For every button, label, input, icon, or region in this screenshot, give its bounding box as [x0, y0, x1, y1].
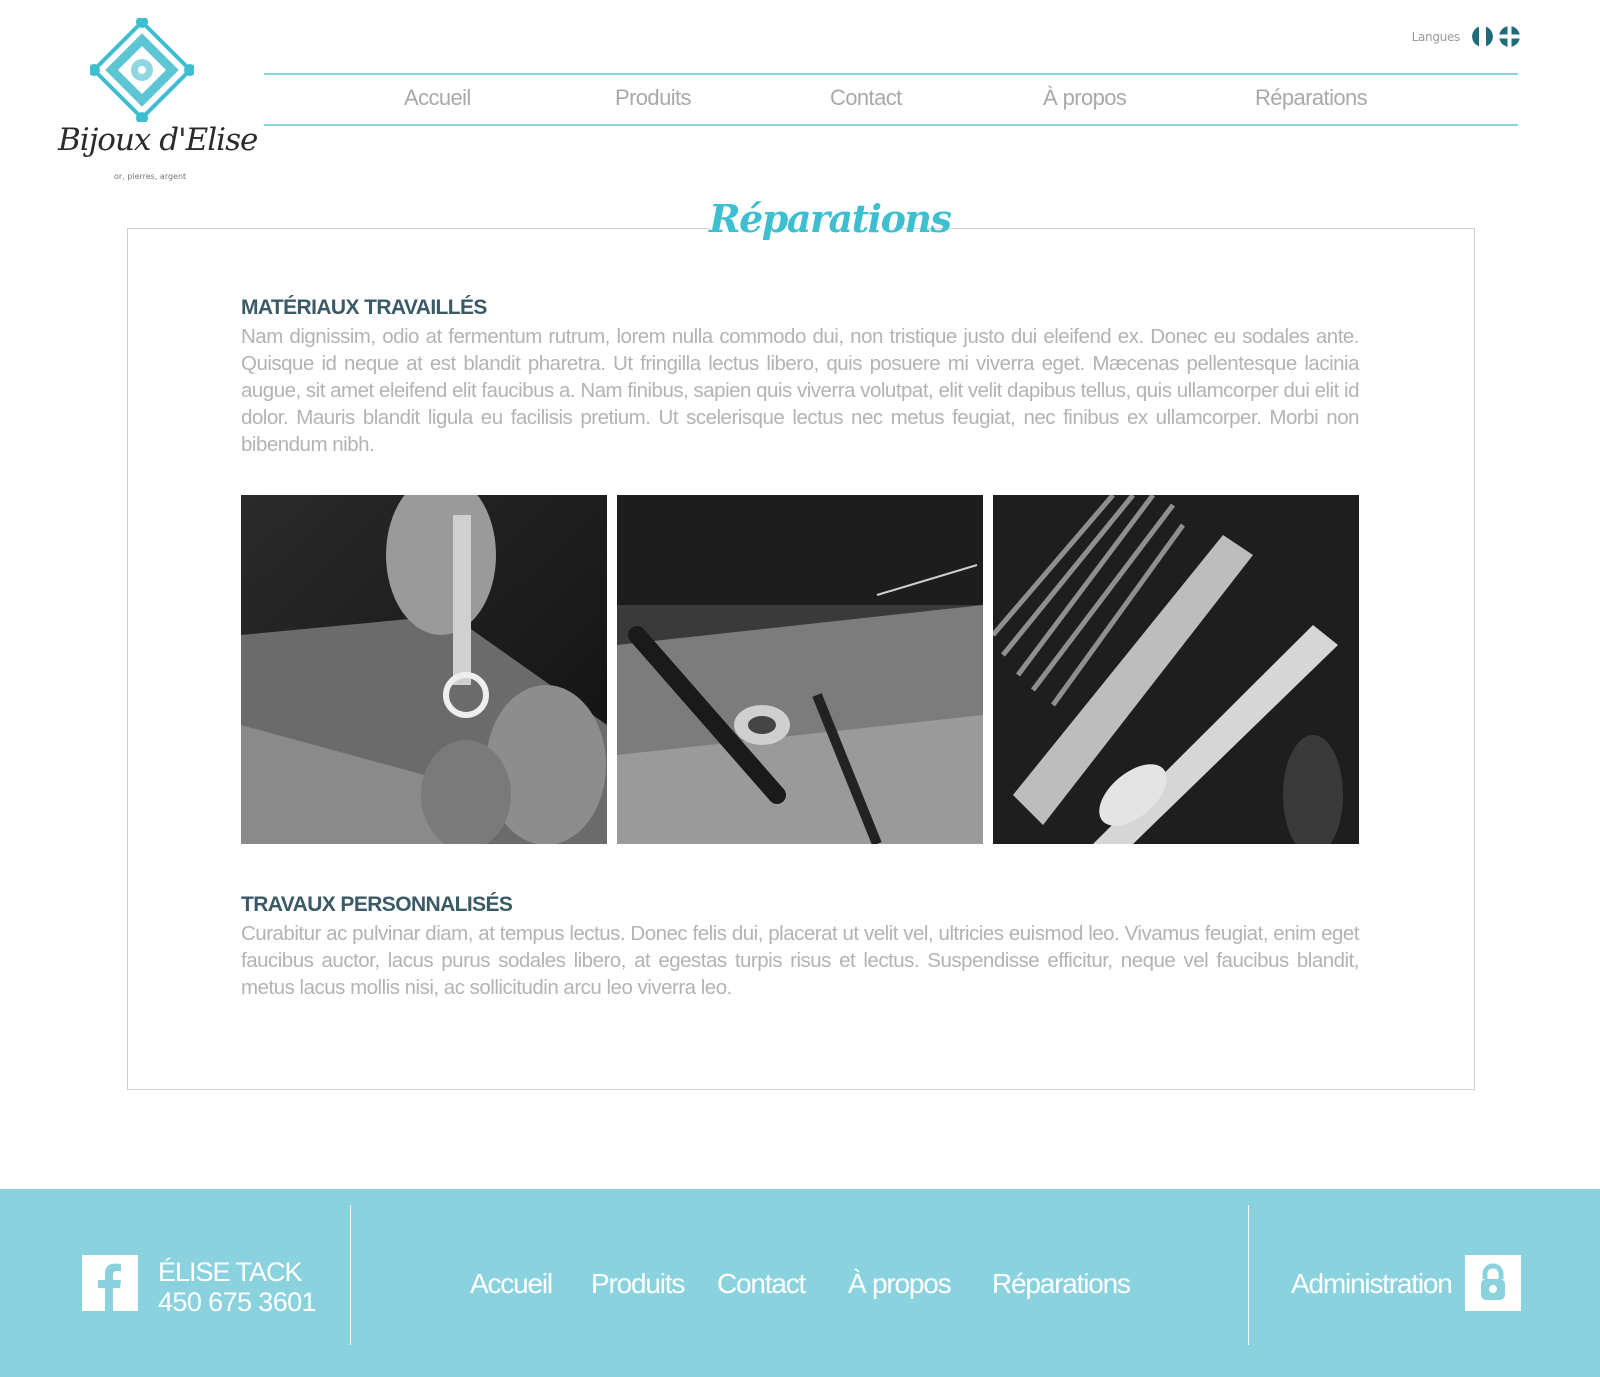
page-title: Réparations [709, 196, 952, 241]
photo-ring-setting [241, 495, 607, 844]
photo-tools [993, 495, 1359, 844]
nav-item-contact[interactable]: Contact [830, 85, 902, 111]
nav-item-a-propos[interactable]: À propos [1043, 85, 1127, 111]
footer-divider-left [350, 1205, 351, 1345]
footer-nav-accueil[interactable]: Accueil [470, 1268, 553, 1300]
nav-item-produits[interactable]: Produits [615, 85, 692, 111]
french-flag-icon[interactable] [1472, 26, 1493, 47]
section-heading-materials: MATÉRIAUX TRAVAILLÉS [241, 296, 487, 319]
facebook-icon[interactable] [82, 1255, 138, 1311]
logo-tagline: or, pierres, argent [114, 172, 187, 181]
section-text-materials: Nam dignissim, odio at fermentum rutrum,… [241, 325, 1360, 456]
section-heading-custom-work: TRAVAUX PERSONNALISÉS [241, 893, 513, 916]
footer-nav-produits[interactable]: Produits [591, 1268, 685, 1300]
languages-label: Langues [1411, 29, 1461, 44]
owner-phone[interactable]: 450 675 3601 [158, 1287, 317, 1318]
admin-link[interactable]: Administration [1291, 1268, 1453, 1300]
footer-nav-reparations[interactable]: Réparations [992, 1268, 1131, 1300]
footer-nav-contact[interactable]: Contact [717, 1268, 806, 1300]
language-switcher: Langues [1412, 26, 1520, 47]
site-footer: ÉLISE TACK 450 675 3601 Accueil Produits… [0, 1189, 1600, 1377]
nav-item-reparations[interactable]: Réparations [1255, 85, 1368, 111]
owner-name: ÉLISE TACK [158, 1257, 303, 1287]
nav-item-accueil[interactable]: Accueil [404, 85, 471, 111]
ornament-logo-icon [90, 18, 194, 122]
footer-nav-a-propos[interactable]: À propos [848, 1268, 952, 1300]
site-logo[interactable]: Bijoux d'Elise or, pierres, argent [56, 14, 258, 186]
logo-name: Bijoux d'Elise [58, 122, 258, 158]
lock-icon[interactable] [1465, 1255, 1521, 1311]
footer-divider-right [1248, 1205, 1249, 1345]
photo-soldering [617, 495, 983, 844]
main-nav: Accueil Produits Contact À propos Répara… [264, 73, 1518, 126]
english-flag-icon[interactable] [1499, 26, 1520, 47]
section-text-custom-work: Curabitur ac pulvinar diam, at tempus le… [241, 922, 1360, 999]
